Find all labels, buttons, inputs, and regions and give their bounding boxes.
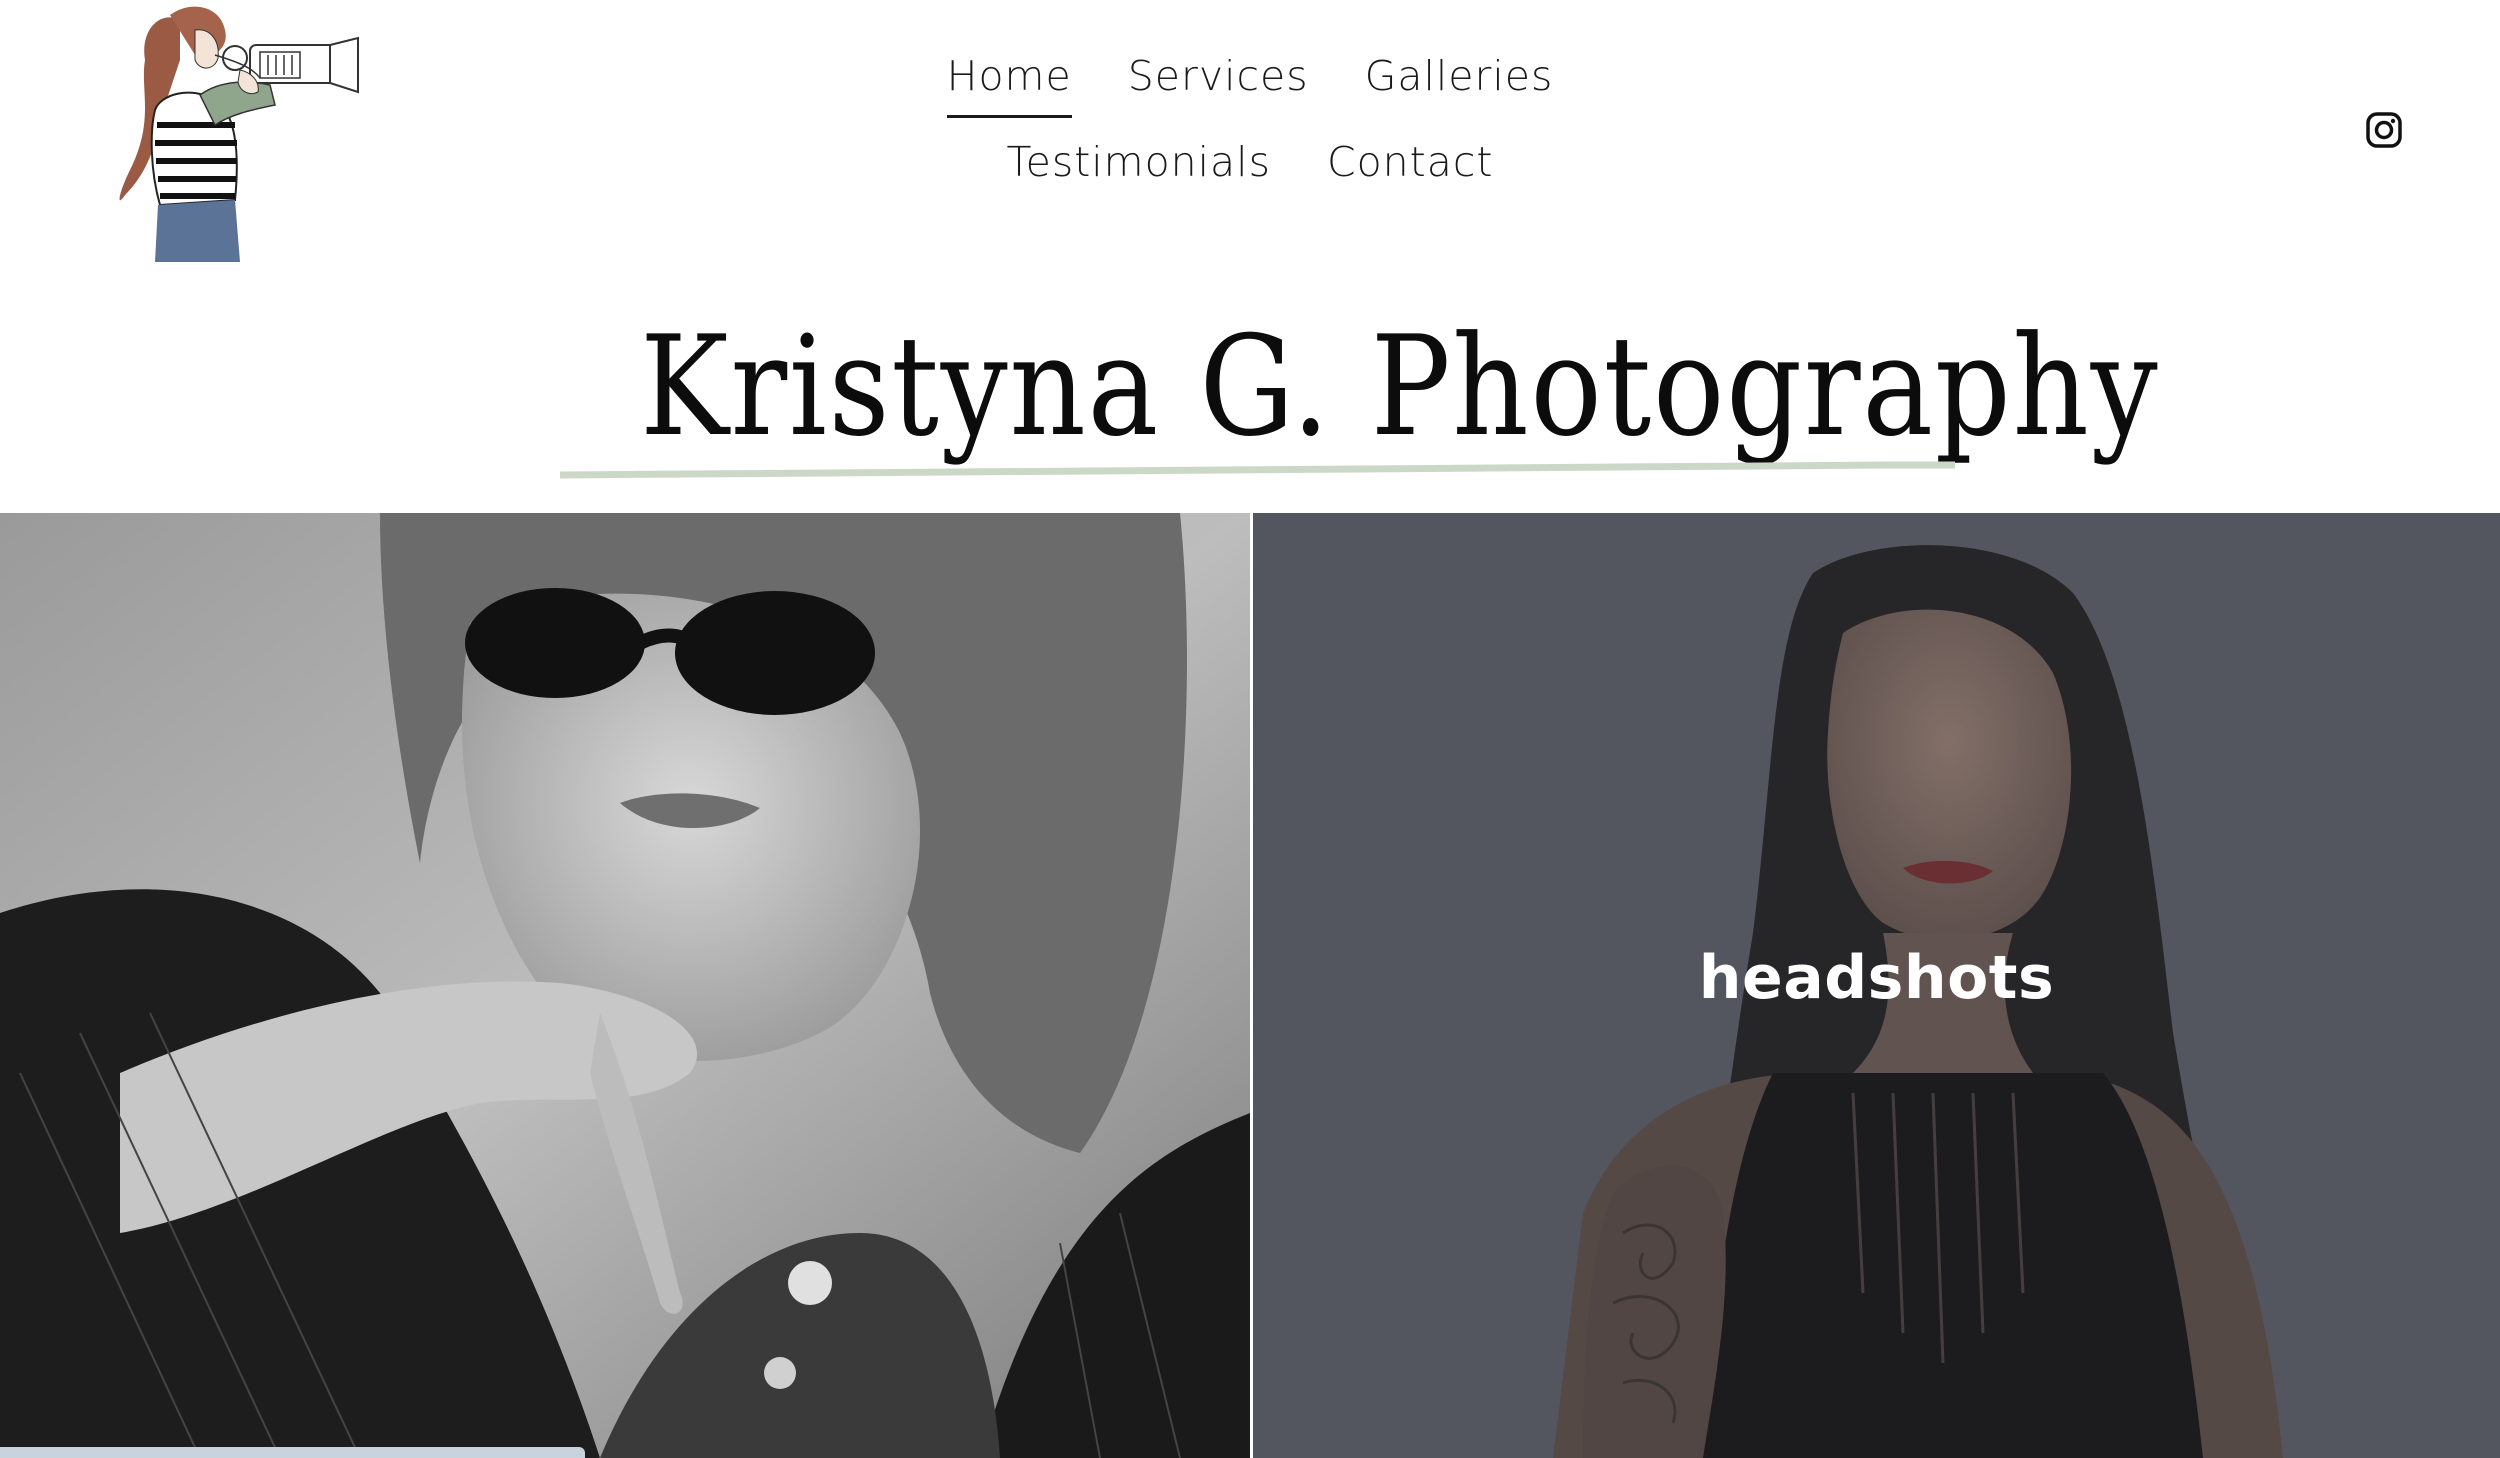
gallery-grid: headshots [0,513,2500,1458]
nav-row-primary: Home Services Galleries [900,50,1600,136]
gallery-tile-label: headshots [1698,943,2055,1013]
title-underline [560,461,1955,479]
instagram-link[interactable] [2366,112,2402,148]
site-header: Home Services Galleries Testimonials Con… [0,0,2500,300]
gallery-tile-headshots[interactable]: headshots [1253,513,2500,1458]
nav-item-home[interactable]: Home [946,50,1072,119]
nav-item-contact[interactable]: Contact [1327,136,1494,201]
main-nav: Home Services Galleries Testimonials Con… [900,50,1600,222]
gallery-tile-portrait[interactable] [0,513,1250,1458]
nav-item-galleries[interactable]: Galleries [1365,50,1554,115]
nav-item-services[interactable]: Services [1128,50,1309,115]
nav-row-secondary: Testimonials Contact [900,136,1600,222]
scroll-indicator[interactable] [0,1447,585,1458]
instagram-icon [2366,112,2402,148]
site-title: Kristyna G. Photography [640,306,2160,467]
nav-item-testimonials[interactable]: Testimonials [1007,136,1271,201]
logo[interactable] [100,0,360,262]
photographer-illustration-icon [119,6,359,262]
portrait-photo [0,513,1250,1458]
